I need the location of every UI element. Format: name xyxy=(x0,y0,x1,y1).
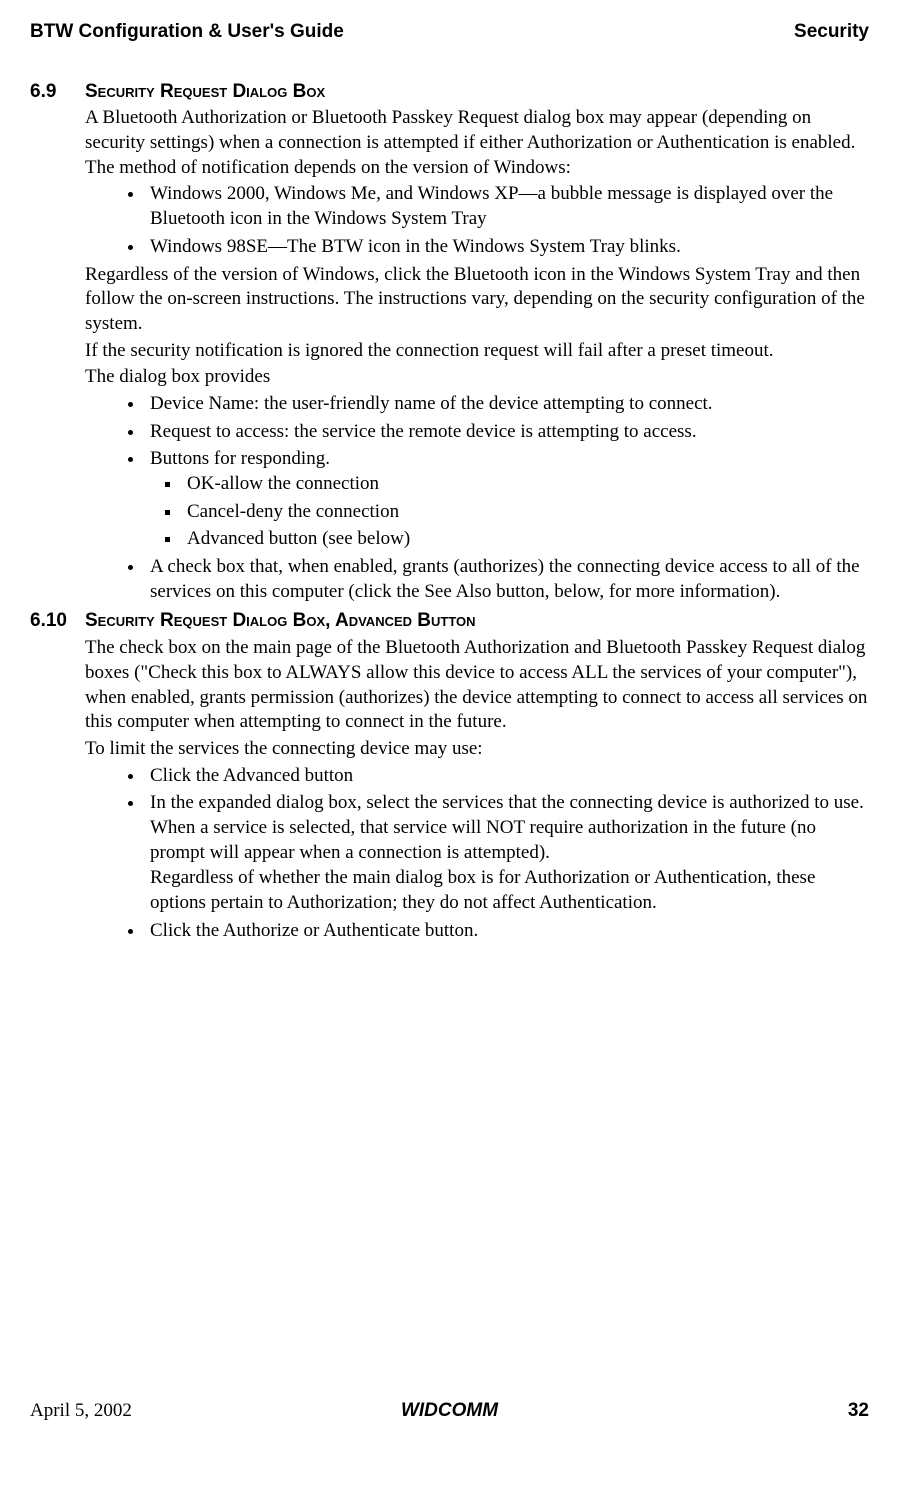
list-item: Request to access: the service the remot… xyxy=(145,420,869,445)
list-item: Buttons for responding. OK-allow the con… xyxy=(145,447,869,552)
list-item: A check box that, when enabled, grants (… xyxy=(145,555,869,604)
list-item: Cancel-deny the connection xyxy=(182,500,869,525)
header-left: BTW Configuration & User's Guide xyxy=(30,20,344,45)
list-item: Windows 2000, Windows Me, and Windows XP… xyxy=(145,182,869,231)
list-item: Windows 98SE—The BTW icon in the Windows… xyxy=(145,235,869,260)
paragraph: The dialog box provides xyxy=(85,365,869,390)
paragraph: To limit the services the connecting dev… xyxy=(85,737,869,762)
list-item: Advanced button (see below) xyxy=(182,527,869,552)
list-item: Device Name: the user-friendly name of t… xyxy=(145,392,869,417)
footer-page-number: 32 xyxy=(848,1399,869,1424)
paragraph: The check box on the main page of the Bl… xyxy=(85,636,869,735)
paragraph: If the security notification is ignored … xyxy=(85,339,869,364)
footer-brand: WIDCOMM xyxy=(401,1399,498,1424)
list-item: In the expanded dialog box, select the s… xyxy=(145,791,869,915)
paragraph: A Bluetooth Authorization or Bluetooth P… xyxy=(85,106,869,180)
paragraph: Regardless of the version of Windows, cl… xyxy=(85,263,869,337)
bullet-list: Click the Advanced button In the expande… xyxy=(85,764,869,944)
section-heading-6-9: 6.9 Security Request Dialog Box xyxy=(30,80,869,105)
bullet-list: Device Name: the user-friendly name of t… xyxy=(85,392,869,605)
section-title: Security Request Dialog Box, Advanced Bu… xyxy=(85,609,476,634)
header-right: Security xyxy=(794,20,869,45)
page-header: BTW Configuration & User's Guide Securit… xyxy=(30,20,869,45)
square-list: OK-allow the connection Cancel-deny the … xyxy=(150,472,869,552)
footer-date: April 5, 2002 xyxy=(30,1399,132,1424)
list-item: OK-allow the connection xyxy=(182,472,869,497)
section-number: 6.9 xyxy=(30,80,85,105)
bullet-list: Windows 2000, Windows Me, and Windows XP… xyxy=(85,182,869,259)
list-item: Click the Advanced button xyxy=(145,764,869,789)
section-title: Security Request Dialog Box xyxy=(85,80,325,105)
section-heading-6-10: 6.10 Security Request Dialog Box, Advanc… xyxy=(30,609,869,634)
page-footer: April 5, 2002 WIDCOMM 32 xyxy=(30,1399,869,1424)
list-item: Click the Authorize or Authenticate butt… xyxy=(145,919,869,944)
section-number: 6.10 xyxy=(30,609,85,634)
